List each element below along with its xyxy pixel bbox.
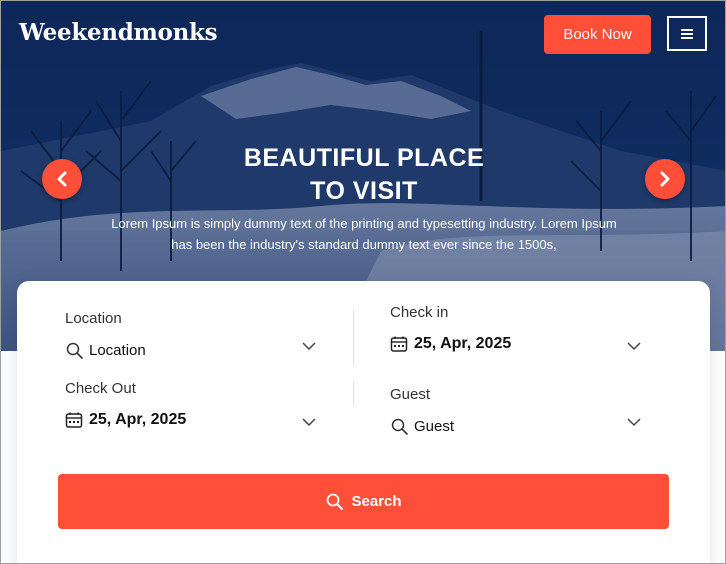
book-now-button[interactable]: Book Now [544, 15, 651, 54]
chevron-down-icon[interactable] [302, 418, 316, 427]
calendar-icon [65, 411, 83, 429]
hamburger-icon [681, 28, 693, 39]
search-button-label: Search [351, 493, 402, 510]
chevron-down-icon[interactable] [627, 418, 641, 427]
guest-field[interactable]: Guest Guest [390, 386, 642, 446]
search-button[interactable]: Search [58, 474, 669, 529]
check-in-field[interactable]: Check in 25, Apr, 2025 [390, 304, 642, 364]
location-label: Location [65, 310, 122, 327]
search-icon [325, 493, 343, 511]
guest-value: Guest [414, 417, 455, 435]
brand-logo[interactable]: Weekendmonks [19, 19, 218, 46]
field-divider [353, 380, 354, 406]
search-icon [390, 417, 408, 435]
menu-toggle-button[interactable] [667, 16, 707, 51]
field-divider [353, 310, 354, 366]
chevron-down-icon[interactable] [627, 342, 641, 351]
calendar-icon [390, 335, 408, 353]
hero-description: Lorem Ipsum is simply dummy text of the … [111, 216, 617, 252]
hero-title-line2: TO VISIT [310, 177, 418, 205]
check-out-field[interactable]: Check Out 25, Apr, 2025 [65, 380, 317, 440]
hero-title: BEAUTIFUL PLACE TO VISIT [1, 142, 725, 208]
guest-label: Guest [390, 386, 431, 403]
check-out-label: Check Out [65, 380, 136, 397]
search-icon [65, 341, 83, 359]
booking-card: Location Location Check in 25, Apr, 2025 [17, 281, 710, 563]
location-value: Location [89, 341, 146, 359]
check-in-label: Check in [390, 304, 449, 321]
page-frame: Weekendmonks Book Now BEAUTIFUL PLACE TO… [0, 0, 726, 564]
check-out-value: 25, Apr, 2025 [89, 411, 187, 428]
hero-title-line1: BEAUTIFUL PLACE [243, 144, 485, 172]
chevron-down-icon[interactable] [302, 342, 316, 351]
location-field[interactable]: Location Location [65, 310, 317, 370]
check-in-value: 25, Apr, 2025 [414, 335, 512, 352]
